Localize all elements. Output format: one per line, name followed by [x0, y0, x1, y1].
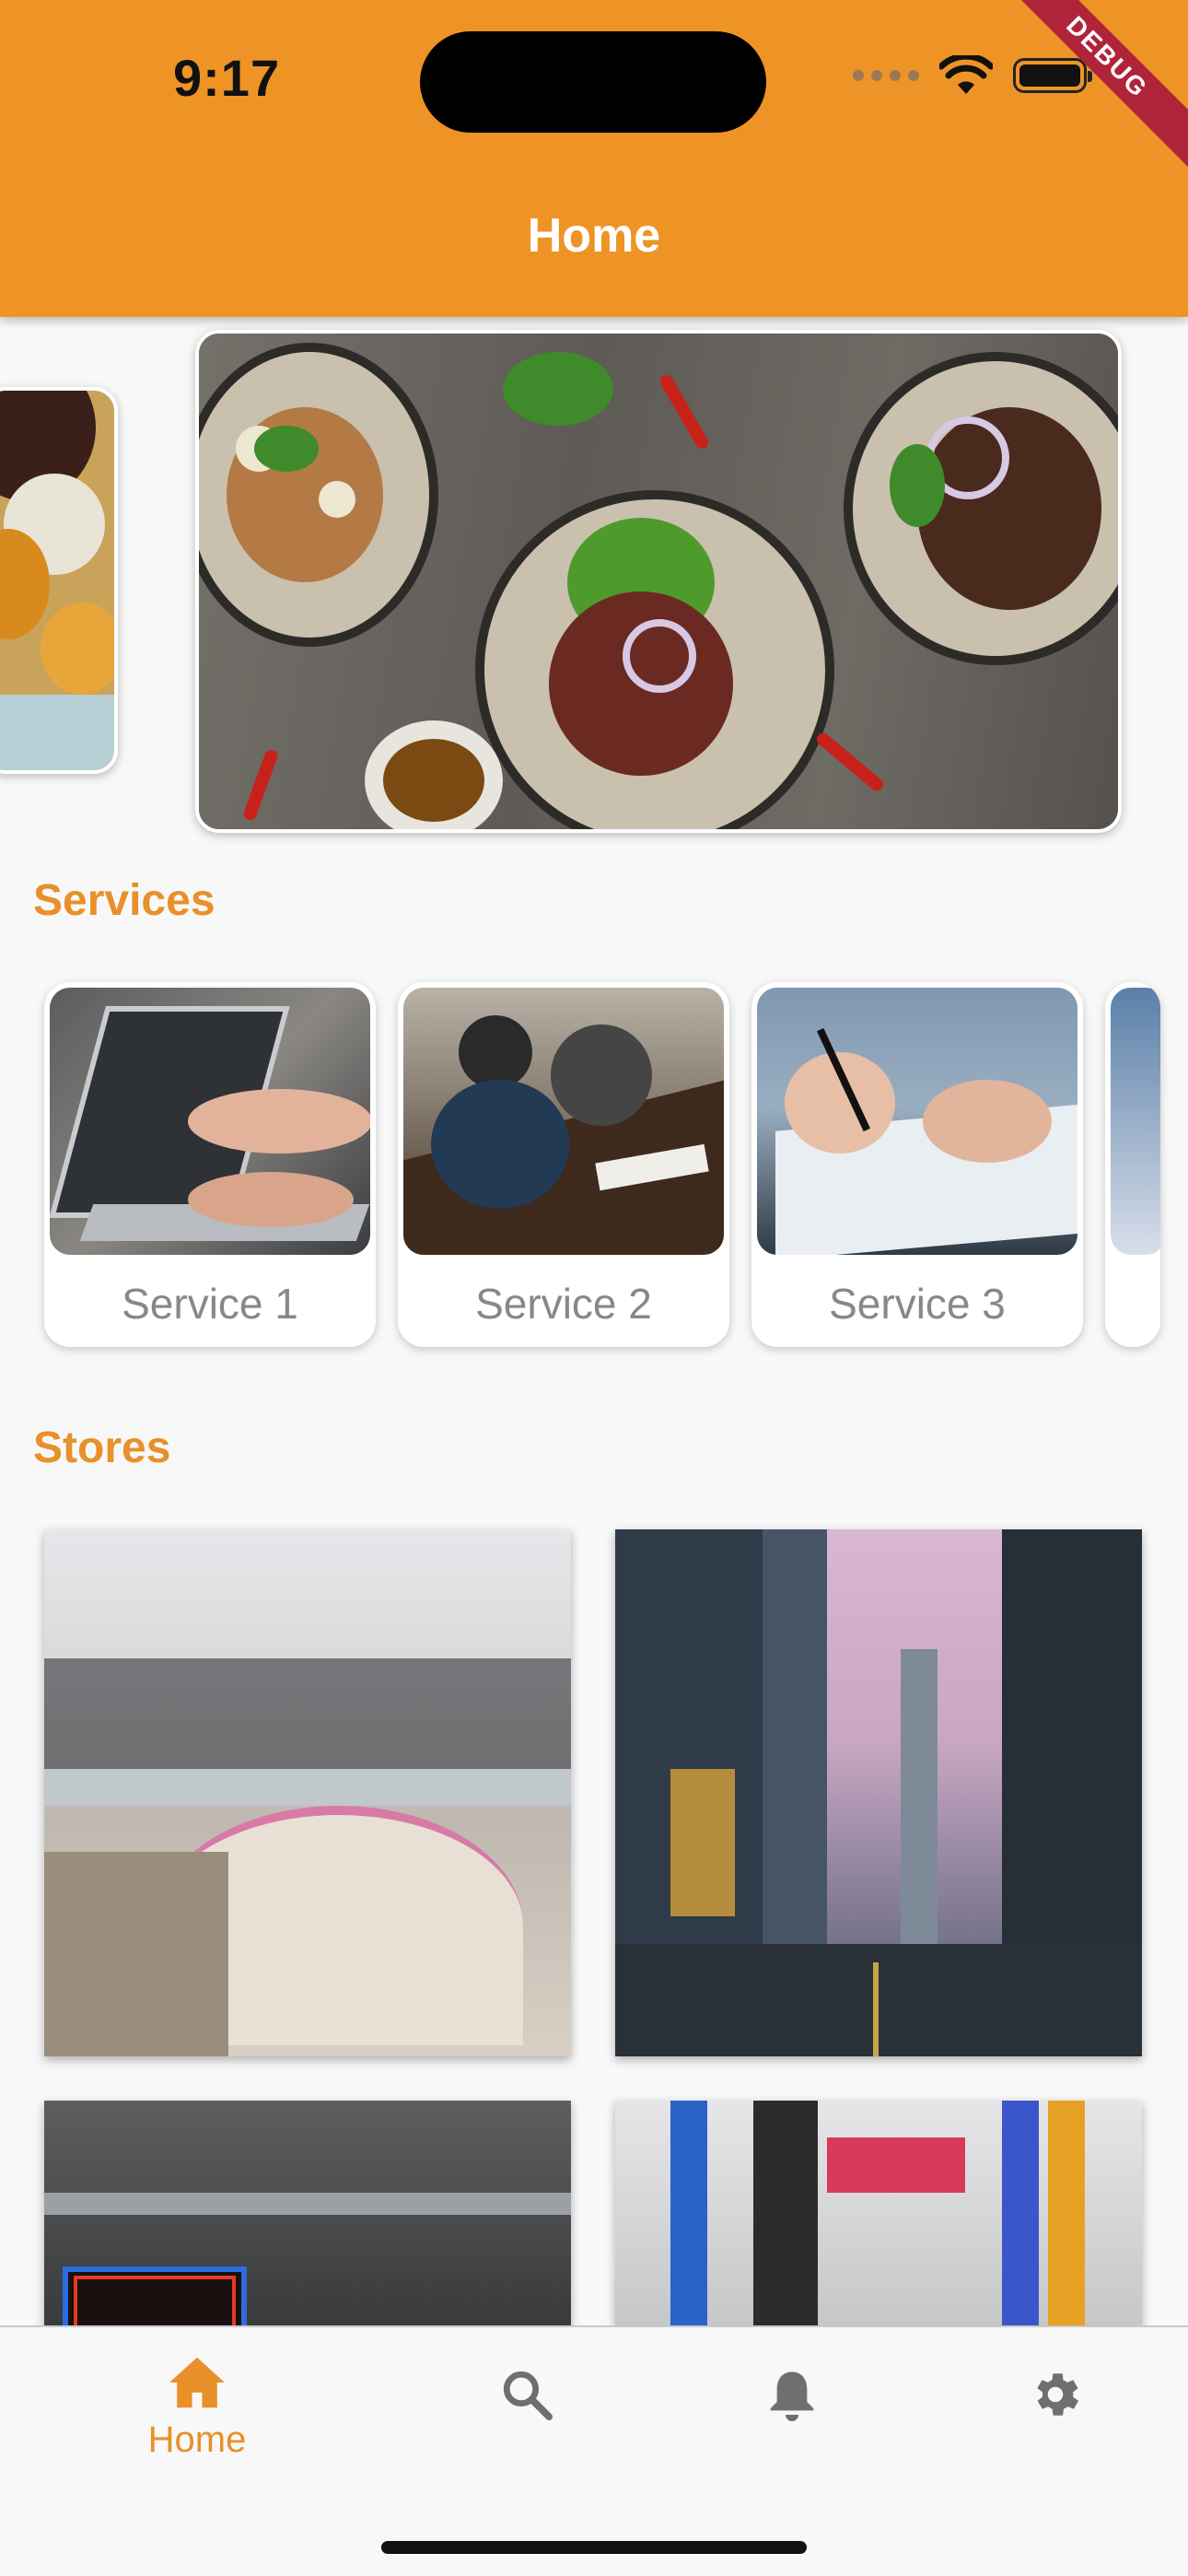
bell-icon — [770, 2371, 814, 2421]
dynamic-island — [420, 31, 766, 133]
service-1-image — [50, 988, 370, 1255]
store-tile-mall[interactable] — [44, 1529, 571, 2056]
bottom-nav: Home — [0, 2325, 1188, 2576]
service-label: Service 3 — [829, 1280, 1006, 1328]
service-card-4-partial[interactable] — [1105, 982, 1160, 1347]
search-icon — [503, 2371, 553, 2421]
stores-title: Stores — [33, 1423, 171, 1472]
nav-label-home: Home — [147, 2419, 247, 2460]
nav-item-search[interactable] — [435, 2368, 619, 2421]
service-label: Service 1 — [122, 1280, 298, 1328]
service-card-2[interactable]: Service 2 — [398, 982, 729, 1347]
home-icon — [169, 2357, 225, 2408]
service-3-image — [757, 988, 1077, 1255]
service-card-3[interactable]: Service 3 — [751, 982, 1083, 1347]
status-icons — [853, 55, 1092, 96]
store-tile-street[interactable] — [615, 1529, 1142, 2056]
wifi-icon — [939, 55, 993, 94]
battery-icon — [1013, 58, 1092, 93]
service-2-image — [403, 988, 724, 1255]
nav-item-notifications[interactable] — [700, 2366, 884, 2425]
screen: 9:17 Home DEBUG Services Service 1 Servi… — [0, 0, 1188, 2576]
services-title: Services — [33, 876, 215, 925]
page-title: Home — [527, 209, 661, 263]
cellular-signal-icon — [853, 70, 919, 81]
service-4-image — [1111, 988, 1160, 1255]
nav-item-home[interactable]: Home — [105, 2355, 289, 2461]
status-time: 9:17 — [173, 49, 281, 107]
nav-item-settings[interactable] — [963, 2366, 1147, 2423]
gear-icon — [1037, 2373, 1079, 2416]
carousel-item-previous[interactable] — [0, 387, 118, 774]
carousel-item-food[interactable] — [195, 330, 1122, 833]
home-indicator — [381, 2541, 807, 2554]
service-label: Service 2 — [475, 1280, 652, 1328]
app-bar: 9:17 Home — [0, 0, 1188, 317]
service-card-1[interactable]: Service 1 — [44, 982, 376, 1347]
